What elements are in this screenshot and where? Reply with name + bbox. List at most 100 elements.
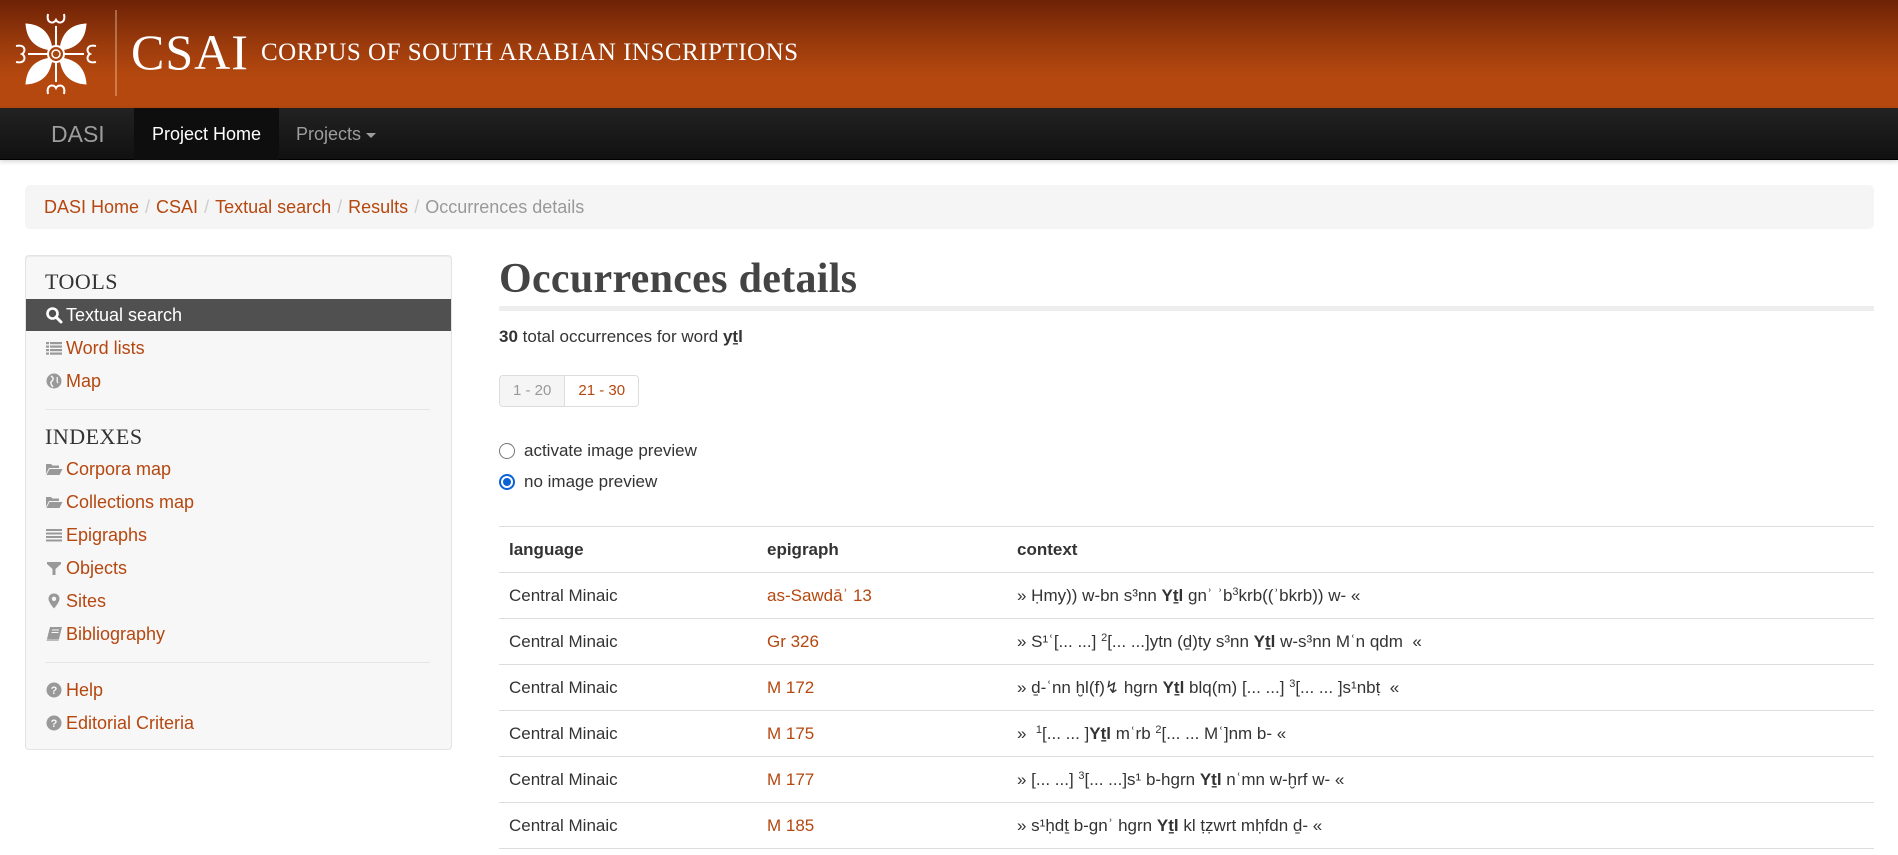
question-circle-icon: ?	[45, 714, 63, 732]
activate-image-preview-option[interactable]: activate image preview	[499, 440, 697, 462]
highlighted-word: Yṯl	[1199, 769, 1222, 789]
context-text: [... ... ]	[1042, 723, 1090, 743]
activate-image-preview-radio[interactable]	[499, 443, 515, 459]
sidebar-item-bibliography[interactable]: Bibliography	[26, 618, 451, 650]
nav-project-home[interactable]: Project Home	[134, 108, 280, 160]
csai-logo-icon[interactable]	[10, 8, 102, 100]
context-text: [... ... ]s¹nbṭ «	[1295, 677, 1400, 697]
sidebar-item-label: Bibliography	[66, 624, 166, 644]
nav-projects-dropdown[interactable]: Projects	[278, 108, 394, 160]
context-text: kl ṭẓwrt mḥfdn ḏ- «	[1178, 815, 1323, 835]
breadcrumb-textual-search[interactable]: Textual search	[215, 197, 331, 217]
breadcrumb-dasi-home[interactable]: DASI Home	[44, 197, 139, 217]
column-header-context[interactable]: context	[1007, 526, 1874, 573]
sidebar-heading-indexes: INDEXES	[45, 424, 143, 449]
cell-language: Central Minaic	[499, 710, 757, 757]
sidebar-divider	[45, 409, 430, 410]
list-icon	[45, 339, 63, 357]
cell-epigraph: M 172	[757, 664, 1007, 711]
folder-open-icon	[45, 493, 63, 511]
context-text: [... ...]ytn (ḏ)ty s³nn	[1107, 631, 1254, 651]
site-subtitle: CORPUS OF SOUTH ARABIAN INSCRIPTIONS	[261, 39, 799, 66]
cell-context: » Ḥmy)) w-bn s³nn Yṯl gnʾ ʾb3krb((ʾbkrb)…	[1007, 572, 1874, 619]
epigraph-link[interactable]: as-Sawdāʾ 13	[767, 586, 872, 605]
epigraph-link[interactable]: M 177	[767, 770, 814, 789]
highlighted-word: Yṯl	[1253, 631, 1276, 651]
context-text: w-s³nn Mʿn qdm «	[1275, 631, 1422, 651]
breadcrumb-separator: /	[337, 197, 343, 217]
context-text: » s¹ḥdṯ b-gnʾ hgrn	[1017, 815, 1157, 835]
cell-context: » 1[... ... ]Yṯl mʿrb 2[... ... Mʿ]nm b-…	[1007, 710, 1874, 757]
sidebar-item-map[interactable]: Map	[26, 365, 451, 397]
occurrences-summary: 30 total occurrences for word yṯl	[499, 326, 743, 348]
sidebar-item-label: Sites	[66, 591, 107, 611]
context-text: nʿmn w-ḫrf w- «	[1221, 769, 1345, 789]
highlighted-word: Yṯl	[1156, 815, 1179, 835]
context-text: » ḏ-ʿnn ḫl(f)↯ hgrn	[1017, 677, 1163, 697]
sidebar-item-corpora-map[interactable]: Corpora map	[26, 453, 451, 485]
highlighted-word: Yṯl	[1162, 677, 1185, 697]
context-text: » [... ...]	[1017, 769, 1079, 789]
cell-epigraph: as-Sawdāʾ 13	[757, 572, 1007, 619]
page-title: Occurrences details	[499, 256, 858, 302]
epigraph-link[interactable]: M 172	[767, 678, 814, 697]
breadcrumb-current: Occurrences details	[425, 197, 585, 217]
cell-context: » s¹ḥdṯ b-gnʾ hgrn Yṯl kl ṭẓwrt mḥfdn ḏ-…	[1007, 802, 1874, 849]
book-icon	[45, 625, 63, 643]
context-text: [... ...]s¹ b-hgrn	[1084, 769, 1200, 789]
search-word: yṯl	[722, 327, 743, 346]
breadcrumb-csai[interactable]: CSAI	[156, 197, 198, 217]
sidebar-item-label: Help	[66, 680, 104, 700]
breadcrumb-separator: /	[204, 197, 210, 217]
context-text: krb((ʾbkrb)) w- «	[1238, 585, 1361, 605]
sidebar-item-word-lists[interactable]: Word lists	[26, 332, 451, 364]
occurrences-table: language epigraph context Central Minaic…	[499, 526, 1874, 849]
table-row: Central Minaic M 185 » s¹ḥdṯ b-gnʾ hgrn Yṯ…	[499, 802, 1874, 849]
epigraph-link[interactable]: Gr 326	[767, 632, 819, 651]
sidebar-item-label: Editorial Criteria	[66, 713, 195, 733]
page-21-30[interactable]: 21 - 30	[565, 376, 639, 406]
epigraph-link[interactable]: M 185	[767, 816, 814, 835]
map-marker-icon	[45, 592, 63, 610]
breadcrumb-results[interactable]: Results	[348, 197, 408, 217]
top-navbar: DASI Project Home Projects	[0, 108, 1898, 160]
svg-text:?: ?	[51, 718, 58, 730]
cell-context: » S¹ʿ[... ...] 2[... ...]ytn (ḏ)ty s³nn …	[1007, 618, 1874, 665]
sidebar-item-objects[interactable]: Objects	[26, 552, 451, 584]
context-text: blq(m) [... ...]	[1184, 677, 1290, 697]
navbar-brand-dasi[interactable]: DASI	[51, 108, 105, 160]
sidebar-item-label: Map	[66, 371, 102, 391]
table-header-row: language epigraph context	[499, 526, 1874, 573]
column-header-language[interactable]: language	[499, 526, 757, 573]
column-header-epigraph[interactable]: epigraph	[757, 526, 1007, 573]
question-circle-icon: ?	[45, 681, 63, 699]
cell-epigraph: M 177	[757, 756, 1007, 803]
site-banner: CSAI CORPUS OF SOUTH ARABIAN INSCRIPTION…	[0, 0, 1898, 108]
sidebar-item-label: Epigraphs	[66, 525, 148, 545]
sidebar-item-textual-search[interactable]: Textual search	[26, 299, 451, 331]
sidebar-item-help[interactable]: ? Help	[26, 674, 451, 706]
search-icon	[45, 306, 63, 324]
summary-text: total occurrences for word	[517, 327, 723, 346]
logo-divider	[115, 10, 117, 96]
table-row: Central Minaic as-Sawdāʾ 13 » Ḥmy)) w-bn s…	[499, 572, 1874, 619]
sidebar-item-label: Collections map	[66, 492, 195, 512]
folder-open-icon	[45, 460, 63, 478]
svg-text:?: ?	[51, 685, 58, 697]
sidebar-item-epigraphs[interactable]: Epigraphs	[26, 519, 451, 551]
sidebar-item-collections-map[interactable]: Collections map	[26, 486, 451, 518]
cell-epigraph: M 185	[757, 802, 1007, 849]
no-image-preview-radio[interactable]	[499, 474, 515, 490]
sidebar-item-label: Objects	[66, 558, 128, 578]
table-row: Central Minaic M 175 » 1[... ... ]Yṯl mʿrb…	[499, 710, 1874, 757]
site-brand[interactable]: CSAI	[131, 22, 249, 82]
table-row: Central Minaic M 172 » ḏ-ʿnn ḫl(f)↯ hgrn Y…	[499, 664, 1874, 711]
no-image-preview-option[interactable]: no image preview	[499, 471, 657, 493]
epigraph-link[interactable]: M 175	[767, 724, 814, 743]
sidebar-item-editorial-criteria[interactable]: ? Editorial Criteria	[26, 707, 451, 739]
radio-label: activate image preview	[524, 441, 697, 460]
cell-language: Central Minaic	[499, 618, 757, 665]
globe-icon	[45, 372, 63, 390]
sidebar-item-sites[interactable]: Sites	[26, 585, 451, 617]
cell-epigraph: M 175	[757, 710, 1007, 757]
